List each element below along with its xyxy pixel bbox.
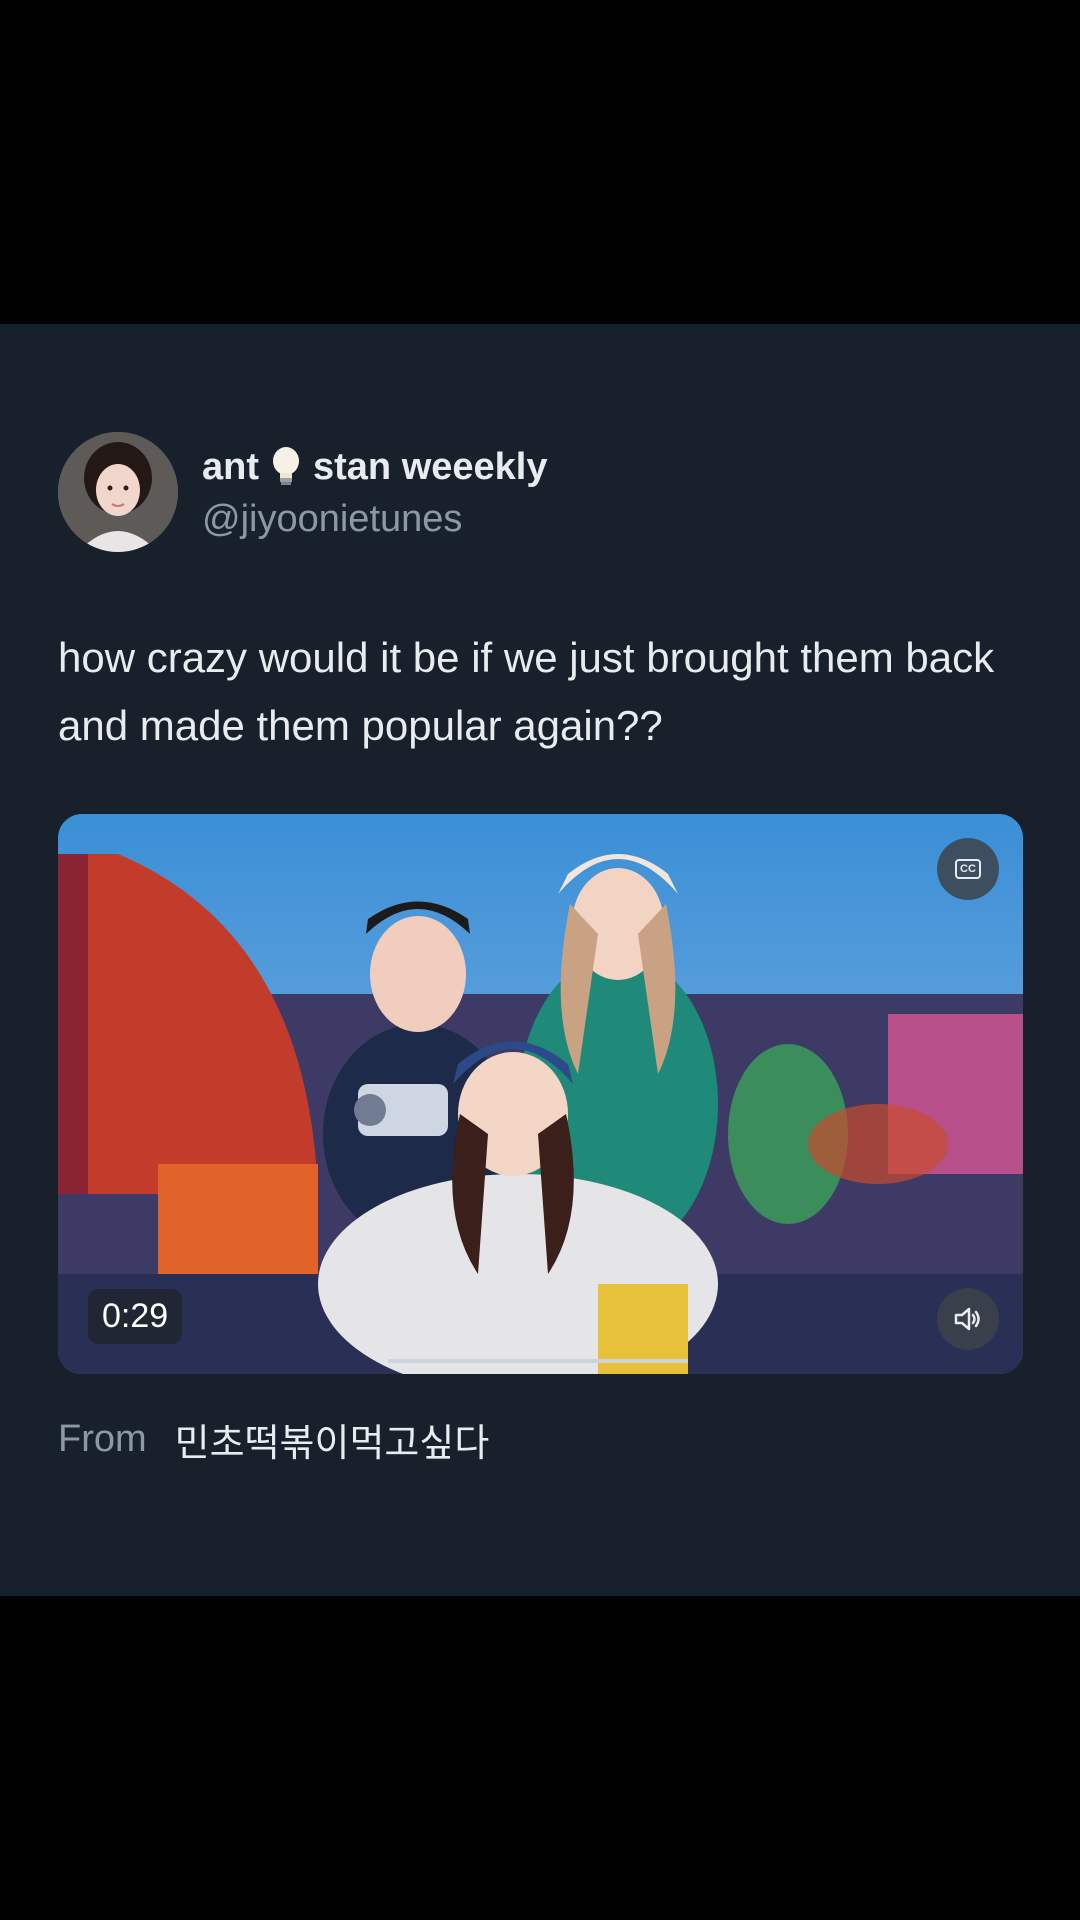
volume-button[interactable] [937, 1288, 999, 1350]
avatar[interactable] [58, 432, 178, 552]
speaker-icon [954, 1307, 980, 1331]
avatar-image [58, 432, 178, 552]
video-frame [58, 814, 1023, 1374]
closed-captions-icon: CC [955, 859, 981, 879]
lightbulb-icon [269, 445, 303, 489]
tweet-text: how crazy would it be if we just brought… [58, 634, 995, 749]
display-name[interactable]: ant stan weeekly [202, 444, 547, 490]
tweet-card: ant stan weeekly @jiyoonietunes how craz… [0, 324, 1080, 1596]
attribution: From 민초떡볶이먹고싶다 [58, 1412, 489, 1467]
closed-captions-button[interactable]: CC [937, 838, 999, 900]
display-name-part2: stan weeekly [313, 445, 548, 488]
user-handle[interactable]: @jiyoonietunes [202, 498, 462, 541]
from-label: From [58, 1418, 147, 1460]
video-duration: 0:29 [88, 1289, 183, 1344]
display-name-part1: ant [202, 445, 259, 488]
video-player[interactable]: CC 0:29 [58, 814, 1023, 1374]
from-source-name[interactable]: 민초떡볶이먹고싶다 [175, 1412, 490, 1467]
